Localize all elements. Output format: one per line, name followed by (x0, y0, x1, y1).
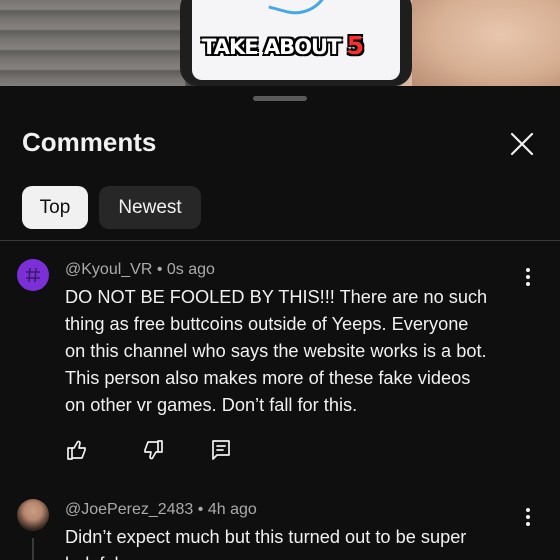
comment-meta: @Kyoul_VR • 0s ago (65, 261, 215, 279)
meta-separator: • (156, 261, 163, 278)
reply-icon (212, 440, 230, 460)
panel-title: Comments (22, 127, 157, 157)
comment-author[interactable]: @Kyoul_VR (65, 261, 152, 278)
comment-timestamp: 0s ago (166, 261, 215, 278)
sort-chip-newest[interactable]: Newest (99, 186, 201, 229)
comment-line: helpful (65, 551, 525, 560)
drag-handle[interactable] (253, 96, 307, 101)
comment-text: Didn’t expect much but this turned out t… (65, 524, 525, 560)
comment-line: Didn’t expect much but this turned out t… (65, 527, 467, 547)
avatar-glyph-icon (26, 267, 40, 283)
close-icon (510, 132, 534, 156)
video-caption-main: TAKE ABOUT (202, 35, 341, 59)
comment-meta: @JoePerez_2483 • 4h ago (65, 501, 257, 519)
thumbs-up-icon (67, 440, 86, 460)
sort-chip-top[interactable]: Top (22, 186, 88, 229)
sort-chip-newest-label: Newest (118, 196, 182, 218)
reply-button[interactable] (209, 438, 233, 462)
dislike-button[interactable] (141, 438, 165, 462)
comment-line: DO NOT BE FOOLED BY THIS!!! There are no… (65, 287, 488, 307)
comment-text: DO NOT BE FOOLED BY THIS!!! There are no… (65, 284, 525, 419)
sort-chip-top-label: Top (39, 196, 71, 218)
comments-panel: Comments Top Newest @Kyoul_VR • 0s ago D… (0, 86, 560, 560)
thumbs-down-icon (144, 440, 163, 460)
video-hand (412, 0, 560, 86)
video-background-wood (0, 0, 185, 86)
comment-line: This person also makes more of these fak… (65, 368, 471, 388)
video-caption: TAKE ABOUT 5 (202, 31, 364, 60)
video-caption-highlight: 5 (346, 31, 364, 60)
video-player[interactable]: TAKE ABOUT 5 (0, 0, 560, 86)
comment-line: thing as free buttcoins outside of Yeeps… (65, 314, 469, 334)
comment-line: on other vr games. Don’t fall for this. (65, 395, 358, 415)
avatar[interactable] (17, 259, 49, 291)
comment-author[interactable]: @JoePerez_2483 (65, 501, 193, 518)
comment-actions (65, 438, 245, 464)
comment-timestamp: 4h ago (207, 501, 257, 518)
avatar[interactable] (17, 499, 49, 531)
close-button[interactable] (508, 130, 536, 158)
like-button[interactable] (65, 438, 89, 462)
divider (0, 240, 560, 241)
thread-line (32, 538, 34, 560)
meta-separator: • (197, 501, 204, 518)
comment-line: on this channel who says the website wor… (65, 341, 487, 361)
